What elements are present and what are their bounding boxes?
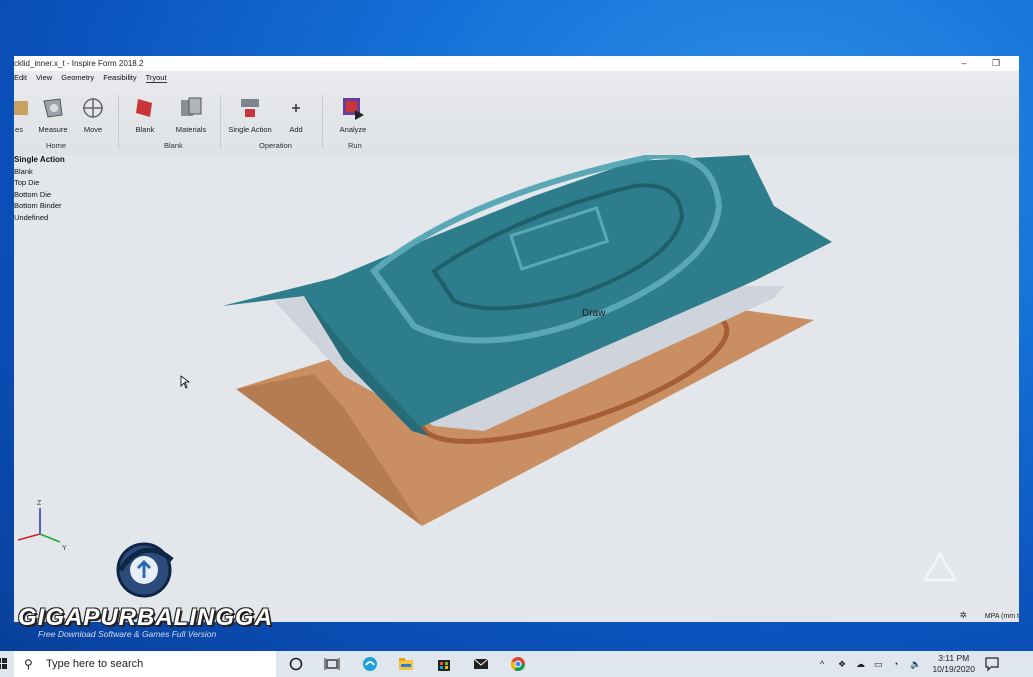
move-icon (83, 98, 103, 118)
mail-icon[interactable] (473, 656, 489, 672)
window-title: cklid_inner.x_t - Inspire Form 2018.2 (14, 59, 144, 68)
task-view-icon[interactable] (324, 656, 340, 672)
materials-button[interactable]: Materials (168, 95, 214, 134)
watermark-subtitle: Free Download Software & Games Full Vers… (38, 629, 217, 639)
taskbar: ⚲ Type here to search ^ ❖ ☁ ▭ ◔ 🔈 3:11 P… (0, 651, 1033, 677)
notifications-icon[interactable] (984, 656, 1000, 672)
menu-feasibility[interactable]: Feasibility (103, 73, 136, 82)
edge-browser-icon[interactable] (362, 656, 378, 672)
plus-icon (292, 104, 300, 112)
axis-z-label: Z (37, 500, 42, 507)
title-bar: cklid_inner.x_t - Inspire Form 2018.2 – … (14, 56, 1019, 71)
tray-chevron-icon[interactable]: ^ (820, 651, 824, 677)
settings-icon[interactable]: ✲ (959, 610, 967, 621)
clock-time: 3:11 PM (938, 653, 970, 663)
tree-header[interactable]: Single Action (14, 154, 65, 166)
taskbar-search[interactable]: ⚲ Type here to search (14, 651, 276, 677)
search-placeholder: Type here to search (46, 658, 144, 670)
menu-geometry[interactable]: Geometry (61, 73, 94, 82)
blank-button[interactable]: Blank (122, 95, 168, 134)
add-button[interactable]: Add (273, 95, 319, 134)
chrome-icon[interactable] (510, 656, 526, 672)
draw-label: Draw (582, 308, 606, 319)
ribbon: es Measure Move Home Blank Materials Bla… (14, 85, 1019, 155)
onedrive-icon[interactable]: ☁ (856, 651, 865, 677)
analyze-icon (343, 98, 364, 120)
menu-tryout[interactable]: Tryout (145, 73, 167, 83)
model-tree: Single Action Blank Top Die Bottom Die B… (14, 154, 65, 223)
cortana-icon[interactable] (288, 656, 304, 672)
tree-item-top-die[interactable]: Top Die (14, 177, 65, 189)
clock-date: 10/19/2020 (932, 664, 975, 674)
group-operation: Operation (259, 141, 292, 150)
single-action-button[interactable]: Single Action (227, 95, 273, 134)
ribbon-separator (322, 95, 323, 149)
watermark-title: GIGAPURBALINGGA (18, 604, 273, 631)
units-status[interactable]: MPA (mm t (985, 613, 1019, 620)
watermark: GIGAPURBALINGGA Free Download Software &… (18, 538, 278, 639)
materials-icon (181, 97, 202, 116)
menu-edit[interactable]: Edit (14, 73, 27, 82)
maximize-button[interactable]: ❐ (981, 56, 1011, 71)
tree-item-blank[interactable]: Blank (14, 166, 65, 178)
dropbox-icon[interactable]: ❖ (838, 651, 846, 677)
group-run: Run (348, 141, 362, 150)
menu-bar: Edit View Geometry Feasibility Tryout (14, 71, 1019, 85)
group-home: Home (46, 141, 67, 150)
clock[interactable]: 3:11 PM 10/19/2020 (932, 653, 975, 675)
watermark-logo (116, 542, 174, 598)
tree-item-bottom-die[interactable]: Bottom Die (14, 189, 65, 201)
single-action-icon (241, 99, 259, 117)
battery-icon[interactable]: ▭ (874, 651, 883, 677)
mouse-cursor-icon (180, 375, 190, 389)
minimize-button[interactable]: – (949, 56, 979, 71)
tree-item-bottom-binder[interactable]: Bottom Binder (14, 200, 65, 212)
volume-icon[interactable]: 🔈 (910, 651, 921, 677)
search-icon: ⚲ (24, 657, 33, 671)
file-explorer-icon[interactable] (398, 656, 414, 672)
wifi-icon[interactable]: ◔ (893, 651, 898, 677)
ribbon-separator (118, 95, 119, 149)
store-icon[interactable] (436, 656, 452, 672)
ribbon-separator (220, 95, 221, 149)
windows-start-icon[interactable] (0, 658, 8, 670)
group-blank: Blank (164, 141, 183, 150)
analyze-button[interactable]: Analyze (330, 95, 376, 134)
tree-item-undefined[interactable]: Undefined (14, 212, 65, 224)
move-button[interactable]: Move (70, 95, 116, 134)
view-cube-icon[interactable] (922, 550, 958, 584)
measure-icon (43, 98, 63, 118)
menu-view[interactable]: View (36, 73, 52, 82)
blank-icon (136, 99, 152, 117)
